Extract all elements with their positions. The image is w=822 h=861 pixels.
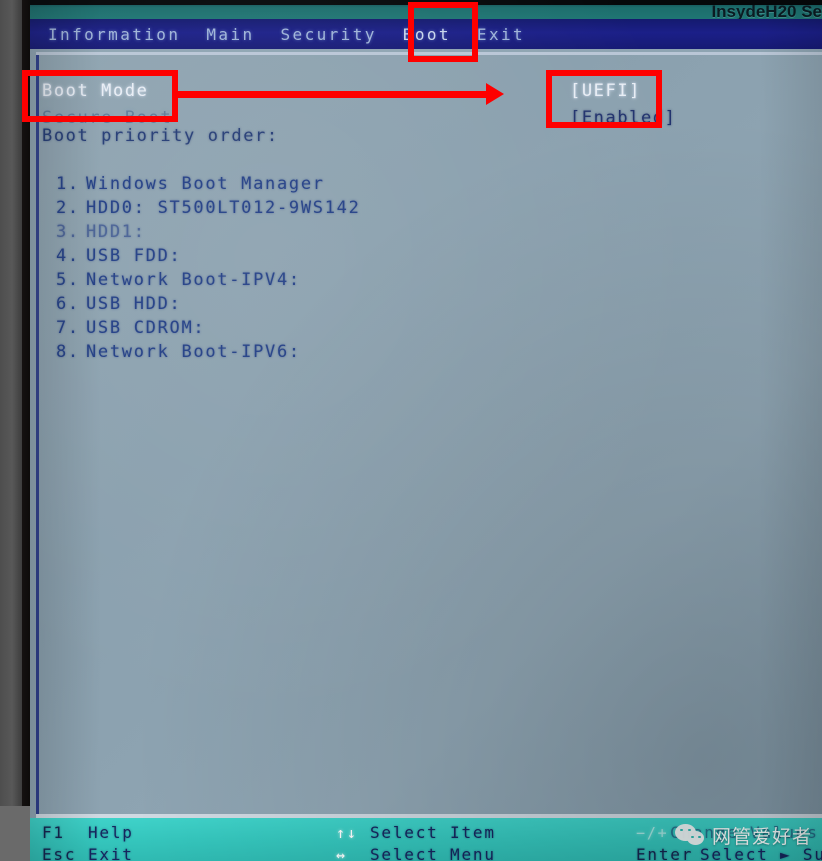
- tab-information[interactable]: Information: [48, 25, 180, 44]
- panel-top-highlight: [36, 52, 822, 55]
- annotation-arrow-head: [486, 83, 504, 105]
- tab-boot[interactable]: Boot: [403, 25, 451, 44]
- help-esc-label: Exit: [88, 845, 134, 861]
- boot-entry-name: Network Boot-IPV4:: [86, 270, 301, 290]
- boot-entry-number: 4.: [56, 246, 80, 266]
- boot-entry-name: HDD1:: [86, 222, 146, 242]
- wechat-watermark: 网管爱好者: [674, 822, 812, 849]
- boot-entry-number: 1.: [56, 174, 80, 194]
- top-black-edge: [30, 0, 822, 5]
- help-select-item[interactable]: ↑↓ Select Item: [336, 823, 496, 842]
- boot-entry-name: USB FDD:: [86, 246, 182, 266]
- help-esc-key: Esc: [42, 845, 77, 861]
- help-select-item-label: Select Item: [370, 823, 496, 842]
- boot-entry-1[interactable]: 1. Windows Boot Manager: [56, 172, 361, 196]
- annotation-arrow-shaft: [178, 91, 486, 98]
- boot-priority-heading: Boot priority order:: [42, 126, 279, 146]
- boot-entry-7[interactable]: 7. USB CDROM:: [56, 316, 361, 340]
- boot-entry-name: Windows Boot Manager: [86, 174, 325, 194]
- boot-mode-value[interactable]: [UEFI]: [570, 78, 641, 105]
- boot-entry-name: HDD0: ST500LT012-9WS142: [86, 198, 361, 218]
- tab-exit[interactable]: Exit: [477, 25, 525, 44]
- tab-main[interactable]: Main: [206, 25, 254, 44]
- settings-list: Boot Mode [UEFI] Secure Boot [Enabled]: [42, 78, 742, 132]
- boot-mode-label: Boot Mode: [42, 81, 149, 101]
- boot-entry-number: 8.: [56, 342, 80, 362]
- left-right-arrow-icon: ↔: [336, 846, 347, 861]
- boot-entry-2[interactable]: 2. HDD0: ST500LT012-9WS142: [56, 196, 361, 220]
- boot-entry-number: 7.: [56, 318, 80, 338]
- boot-priority-list: 1. Windows Boot Manager 2. HDD0: ST500LT01…: [56, 172, 361, 364]
- boot-entry-number: 2.: [56, 198, 80, 218]
- boot-entry-number: 6.: [56, 294, 80, 314]
- monitor-bezel-left: [0, 0, 22, 861]
- boot-entry-6[interactable]: 6. USB HDD:: [56, 292, 361, 316]
- wechat-logo-icon: [674, 823, 705, 848]
- boot-entry-number: 5.: [56, 270, 80, 290]
- menu-bar: Information Main Security Boot Exit: [30, 19, 822, 49]
- minus-plus-icon: −/+: [636, 824, 669, 842]
- help-select-menu[interactable]: ↔ Select Menu: [336, 845, 496, 861]
- boot-entry-name: USB HDD:: [86, 294, 182, 314]
- boot-entry-number: 3.: [56, 222, 80, 242]
- boot-entry-4[interactable]: 4. USB FDD:: [56, 244, 361, 268]
- help-f1-label: Help: [88, 823, 134, 842]
- monitor-bezel-bottom-left: [0, 806, 30, 861]
- secure-boot-value[interactable]: [Enabled]: [570, 105, 677, 132]
- help-esc[interactable]: Esc Exit: [42, 845, 134, 861]
- boot-entry-5[interactable]: 5. Network Boot-IPV4:: [56, 268, 361, 292]
- content-panel: [36, 52, 822, 817]
- boot-entry-3[interactable]: 3. HDD1:: [56, 220, 361, 244]
- help-select-menu-label: Select Menu: [370, 845, 496, 861]
- wechat-watermark-text: 网管爱好者: [711, 826, 812, 848]
- boot-entry-8[interactable]: 8. Network Boot-IPV6:: [56, 340, 361, 364]
- help-f1[interactable]: F1 Help: [42, 823, 134, 842]
- boot-entry-name: Network Boot-IPV6:: [86, 342, 301, 362]
- tab-security[interactable]: Security: [281, 25, 377, 44]
- boot-entry-name: USB CDROM:: [86, 318, 206, 338]
- help-f1-key: F1: [42, 823, 65, 842]
- bios-setup-screenshot: InsydeH20 Se Information Main Security B…: [0, 0, 822, 861]
- up-down-arrow-icon: ↑↓: [336, 824, 358, 842]
